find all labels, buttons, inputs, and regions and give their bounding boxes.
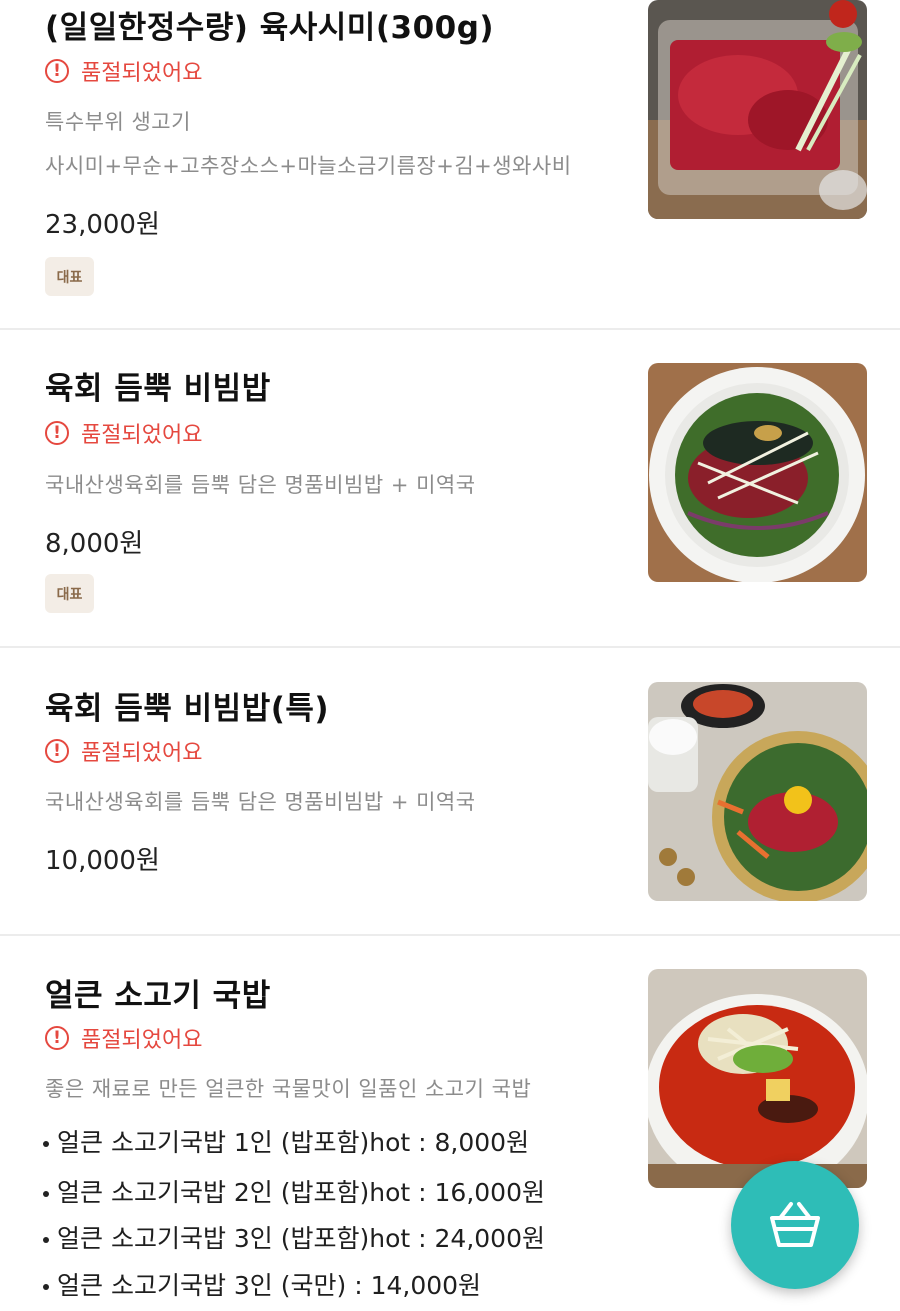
soldout-label: 품절되었어요	[81, 61, 203, 86]
menu-item-price: 8,000원	[45, 529, 144, 559]
soldout-status: ! 품절되었어요	[45, 736, 202, 766]
soldout-status: ! 품절되었어요	[45, 1023, 202, 1053]
menu-item-yuk-sashimi[interactable]: (일일한정수량) 육사시미(300g) ! 품절되었어요 특수부위 생고기 사시…	[0, 0, 900, 328]
menu-item-photo[interactable]	[648, 363, 867, 582]
menu-item-price: 10,000원	[45, 846, 160, 876]
option-line: 얼큰 소고기국밥 1인 (밥포함)hot : 8,000원	[43, 1123, 529, 1159]
menu-item-title: (일일한정수량) 육사시미(300g)	[45, 10, 495, 46]
soldout-status: ! 품절되었어요	[45, 56, 202, 86]
menu-item-yukhoe-bibimbap[interactable]: 육회 듬뿍 비빔밥 ! 품절되었어요 국내산생육회를 듬뿍 담은 명품비빔밥 +…	[0, 330, 900, 646]
menu-item-photo[interactable]	[648, 0, 867, 219]
menu-item-title: 얼큰 소고기 국밥	[45, 978, 271, 1014]
exclamation-circle-icon: !	[45, 421, 69, 445]
menu-item-price: 23,000원	[45, 210, 160, 240]
menu-item-description: 국내산생육회를 듬뿍 담은 명품비빔밥 + 미역국	[45, 473, 476, 497]
menu-item-photo[interactable]	[648, 682, 867, 901]
option-line: 얼큰 소고기국밥 2인 (밥포함)hot : 16,000원	[43, 1173, 545, 1209]
menu-item-title: 육회 듬뿍 비빔밥(특)	[45, 691, 330, 727]
option-line: 얼큰 소고기국밥 3인 (국만) : 14,000원	[43, 1266, 481, 1302]
menu-item-description-detail: 사시미+무순+고추장소스+마늘소금기름장+김+생와사비	[45, 154, 572, 178]
option-line: 얼큰 소고기국밥 3인 (밥포함)hot : 24,000원	[43, 1219, 545, 1255]
exclamation-circle-icon: !	[45, 59, 69, 83]
soldout-label: 품절되었어요	[81, 1028, 203, 1053]
shopping-basket-icon	[770, 1202, 820, 1247]
exclamation-circle-icon: !	[45, 739, 69, 763]
signature-badge: 대표	[45, 257, 94, 296]
cart-button[interactable]	[731, 1161, 859, 1289]
signature-badge: 대표	[45, 574, 94, 613]
menu-item-yukhoe-bibimbap-special[interactable]: 육회 듬뿍 비빔밥(특) ! 품절되었어요 국내산생육회를 듬뿍 담은 명품비빔…	[0, 648, 900, 934]
menu-item-description: 좋은 재료로 만든 얼큰한 국물맛이 일품인 소고기 국밥	[45, 1077, 532, 1101]
menu-item-photo[interactable]	[648, 969, 867, 1188]
soldout-label: 품절되었어요	[81, 423, 203, 448]
soldout-label: 품절되었어요	[81, 741, 203, 766]
menu-item-title: 육회 듬뿍 비빔밥	[45, 371, 271, 407]
soldout-status: ! 품절되었어요	[45, 418, 202, 448]
menu-item-description: 특수부위 생고기	[45, 110, 191, 134]
exclamation-circle-icon: !	[45, 1026, 69, 1050]
menu-item-description: 국내산생육회를 듬뿍 담은 명품비빔밥 + 미역국	[45, 790, 476, 814]
